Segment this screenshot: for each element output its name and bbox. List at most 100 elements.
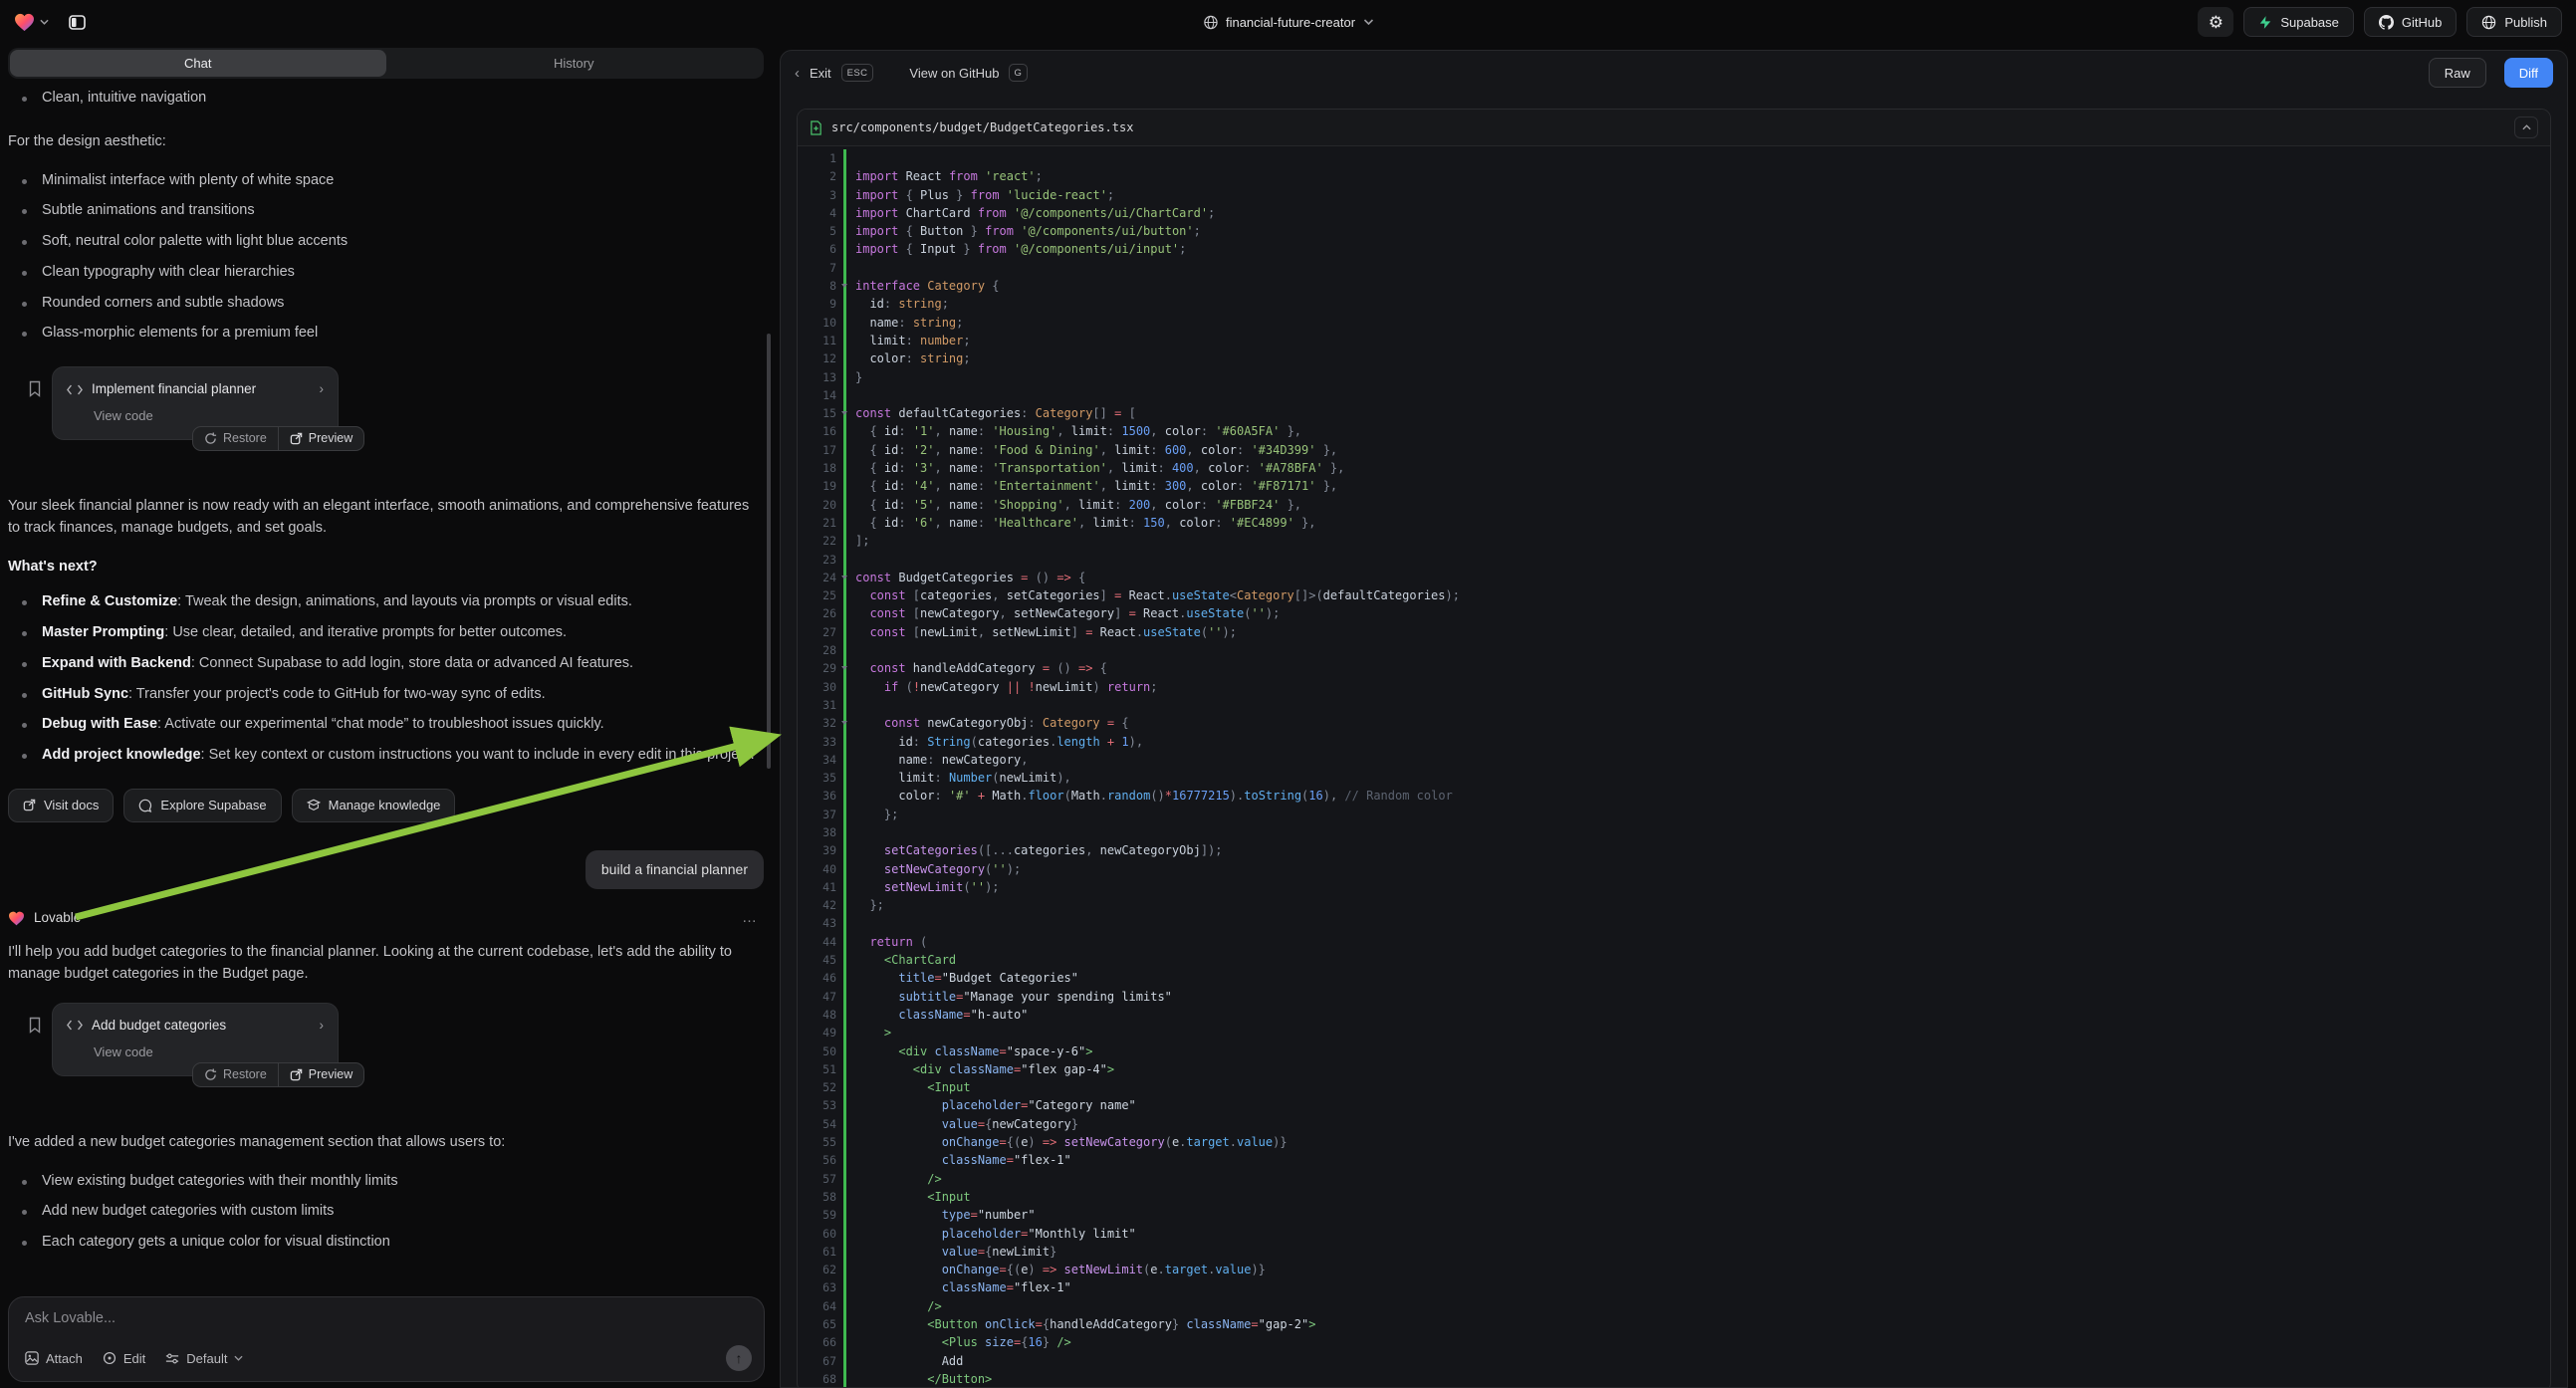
preview-button[interactable]: Preview xyxy=(278,427,363,450)
code-text: import ChartCard from '@/components/ui/C… xyxy=(843,204,2550,222)
github-button[interactable]: GitHub xyxy=(2364,7,2457,37)
attach-button[interactable]: Attach xyxy=(25,1351,83,1366)
view-on-github-button[interactable]: View on GitHub G xyxy=(909,64,1028,82)
line-number: 68 xyxy=(798,1370,843,1388)
fold-toggle[interactable] xyxy=(841,721,847,725)
toggle-sidebar-button[interactable] xyxy=(59,7,95,37)
code-line: 11 limit: number; xyxy=(798,332,2550,349)
code-line: 28 xyxy=(798,641,2550,659)
version-card-title: Implement financial planner xyxy=(92,379,256,399)
code-line: 62 onChange={(e) => setNewLimit(e.target… xyxy=(798,1261,2550,1278)
line-number: 25 xyxy=(798,586,843,604)
chat-scrollbar-thumb[interactable] xyxy=(767,334,771,769)
model-default-dropdown[interactable]: Default xyxy=(165,1351,243,1366)
diff-button[interactable]: Diff xyxy=(2504,58,2553,88)
line-number: 66 xyxy=(798,1333,843,1351)
code-text xyxy=(843,149,2550,167)
chevron-down-icon xyxy=(1363,19,1373,25)
code-text: setCategories([...categories, newCategor… xyxy=(843,841,2550,859)
code-text: const [newCategory, setNewCategory] = Re… xyxy=(843,604,2550,622)
code-text: { id: '3', name: 'Transportation', limit… xyxy=(843,459,2550,477)
code-text: return ( xyxy=(843,933,2550,951)
line-number: 60 xyxy=(798,1225,843,1243)
panel-left-icon xyxy=(69,15,86,30)
code-text: value={newCategory} xyxy=(843,1115,2550,1133)
code-text: className="flex-1" xyxy=(843,1278,2550,1296)
fold-toggle[interactable] xyxy=(841,666,847,670)
code-text: } xyxy=(843,368,2550,386)
list-item: Master Prompting: Use clear, detailed, a… xyxy=(8,622,764,644)
bookmark-icon[interactable] xyxy=(28,380,42,397)
code-text: import React from 'react'; xyxy=(843,167,2550,185)
preview-button[interactable]: Preview xyxy=(278,1063,363,1086)
message-menu-button[interactable]: … xyxy=(742,907,764,930)
code-text: onChange={(e) => setNewCategory(e.target… xyxy=(843,1133,2550,1151)
fold-toggle[interactable] xyxy=(841,284,847,288)
external-link-icon xyxy=(290,432,303,445)
explore-supabase-button[interactable]: Explore Supabase xyxy=(123,789,281,822)
code-line: 54 value={newCategory} xyxy=(798,1115,2550,1133)
tab-chat[interactable]: Chat xyxy=(10,50,386,77)
code-text: subtitle="Manage your spending limits" xyxy=(843,988,2550,1006)
code-line: 29 const handleAddCategory = () => { xyxy=(798,659,2550,677)
chevron-left-icon: ‹ xyxy=(795,65,800,82)
code-text: <Input xyxy=(843,1188,2550,1206)
line-number: 65 xyxy=(798,1315,843,1333)
code-line: 12 color: string; xyxy=(798,349,2550,367)
code-line: 42 }; xyxy=(798,896,2550,914)
code-text: limit: Number(newLimit), xyxy=(843,769,2550,787)
code-line: 10 name: string; xyxy=(798,314,2550,332)
lovable-logo-menu[interactable] xyxy=(14,13,49,32)
chevron-right-icon: › xyxy=(320,1016,325,1036)
list-item: Soft, neutral color palette with light b… xyxy=(8,231,764,253)
view-code-link[interactable]: View code xyxy=(94,1042,324,1062)
restore-icon xyxy=(204,1068,217,1081)
chat-paragraph: For the design aesthetic: xyxy=(8,131,764,153)
agent-header: Lovable… xyxy=(8,907,764,930)
code-text: }; xyxy=(843,806,2550,823)
code-line: 30 if (!newCategory || !newLimit) return… xyxy=(798,678,2550,696)
bullet-list: Minimalist interface with plenty of whit… xyxy=(8,170,764,346)
restore-button[interactable]: Restore xyxy=(193,1063,278,1086)
code-text: interface Category { xyxy=(843,277,2550,295)
bookmark-icon[interactable] xyxy=(28,1017,42,1034)
code-line: 46 title="Budget Categories" xyxy=(798,969,2550,987)
code-text: <Plus size={16} /> xyxy=(843,1333,2550,1351)
line-number: 62 xyxy=(798,1261,843,1278)
collapse-file-button[interactable] xyxy=(2514,116,2538,138)
file-header[interactable]: src/components/budget/BudgetCategories.t… xyxy=(798,110,2550,146)
target-icon xyxy=(103,1351,117,1365)
fold-toggle[interactable] xyxy=(841,411,847,415)
code-line: 63 className="flex-1" xyxy=(798,1278,2550,1296)
restore-button[interactable]: Restore xyxy=(193,427,278,450)
code-text: ]; xyxy=(843,532,2550,550)
chat-heading: What's next? xyxy=(8,557,764,578)
code-text: { id: '1', name: 'Housing', limit: 1500,… xyxy=(843,422,2550,440)
send-button[interactable]: ↑ xyxy=(726,1345,752,1371)
exit-button[interactable]: ‹ Exit esc xyxy=(795,64,873,82)
line-number: 53 xyxy=(798,1096,843,1114)
settings-button[interactable]: ⚙ xyxy=(2198,7,2233,37)
raw-button[interactable]: Raw xyxy=(2429,58,2486,88)
visit-docs-button[interactable]: Visit docs xyxy=(8,789,114,822)
edit-mode-button[interactable]: Edit xyxy=(103,1351,145,1366)
code-line: 17 { id: '2', name: 'Food & Dining', lim… xyxy=(798,441,2550,459)
line-number: 16 xyxy=(798,422,843,440)
supabase-button[interactable]: Supabase xyxy=(2243,7,2354,37)
line-number: 48 xyxy=(798,1006,843,1024)
view-code-link[interactable]: View code xyxy=(94,406,324,426)
publish-button[interactable]: Publish xyxy=(2466,7,2562,37)
project-switcher[interactable]: financial-future-creator xyxy=(1203,15,1373,30)
version-card-wrap: Add budget categories›View codeRestorePr… xyxy=(8,1003,764,1098)
tab-history[interactable]: History xyxy=(386,50,763,77)
line-number: 7 xyxy=(798,259,843,277)
composer[interactable]: Ask Lovable... Attach Edit Default ↑ xyxy=(8,1296,765,1382)
manage-knowledge-button[interactable]: Manage knowledge xyxy=(292,789,456,822)
code-text: const BudgetCategories = () => { xyxy=(843,569,2550,586)
code-line: 40 setNewCategory(''); xyxy=(798,860,2550,878)
fold-toggle[interactable] xyxy=(841,576,847,579)
chat-input[interactable]: Ask Lovable... xyxy=(25,1310,748,1326)
list-item: Add project knowledge: Set key context o… xyxy=(8,745,764,767)
line-number: 20 xyxy=(798,496,843,514)
code-text: const [categories, setCategories] = Reac… xyxy=(843,586,2550,604)
